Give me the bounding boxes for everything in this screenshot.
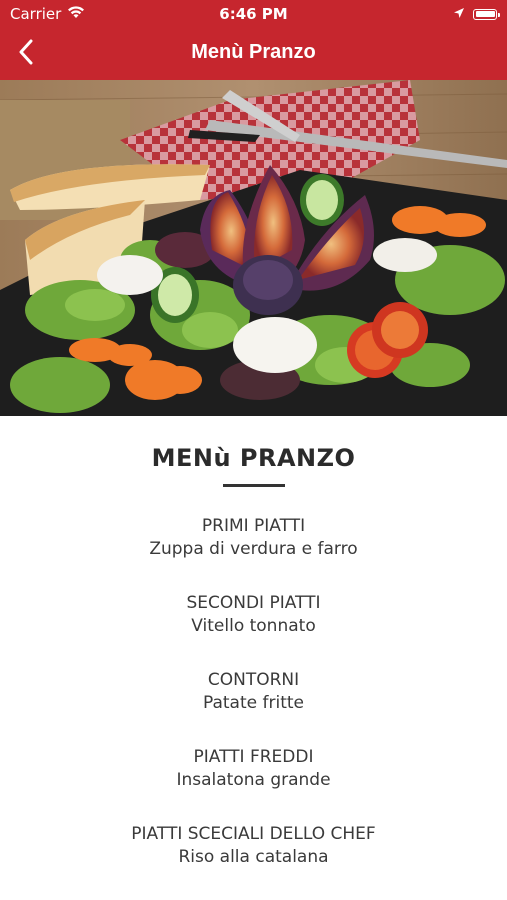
section-dish: Zuppa di verdura e farro (149, 539, 358, 559)
section-category: PIATTI FREDDI (193, 747, 314, 767)
menu-section: SECONDI PIATTI Vitello tonnato (0, 593, 507, 670)
status-right-group (453, 5, 500, 23)
location-arrow-icon (453, 5, 465, 23)
section-category: SECONDI PIATTI (186, 593, 321, 613)
section-dish: Riso alla catalana (178, 847, 329, 867)
section-category: CONTORNI (207, 670, 300, 690)
section-dish: Vitello tonnato (191, 616, 316, 636)
title-divider (223, 484, 285, 487)
battery-icon (473, 8, 500, 20)
nav-title: Menù Pranzo (191, 41, 316, 63)
navigation-bar: Menù Pranzo (0, 28, 507, 80)
menu-section: PIATTI SCECIALI DELLO CHEF Riso alla cat… (0, 824, 507, 900)
status-time: 6:46 PM (219, 5, 288, 23)
menu-section: PRIMI PIATTI Zuppa di verdura e farro (0, 516, 507, 593)
app-screen: Carrier 6:46 PM Menù Pranzo MENù PRANZO … (0, 0, 507, 900)
menu-section: PIATTI FREDDI Insalatona grande (0, 747, 507, 824)
status-bar: Carrier 6:46 PM (0, 0, 507, 28)
menu-section: CONTORNI Patate fritte (0, 670, 507, 747)
menu-title: MENù PRANZO (151, 444, 356, 472)
section-category: PRIMI PIATTI (201, 516, 306, 536)
menu-content: MENù PRANZO PRIMI PIATTI Zuppa di verdur… (0, 416, 507, 900)
section-category: PIATTI SCECIALI DELLO CHEF (131, 824, 376, 844)
section-dish: Patate fritte (202, 693, 304, 713)
section-dish: Insalatona grande (176, 770, 331, 790)
menu-sections: PRIMI PIATTI Zuppa di verdura e farro SE… (0, 516, 507, 900)
top-bar: Carrier 6:46 PM Menù Pranzo (0, 0, 507, 80)
hero-image (0, 80, 507, 416)
salad-photo-illustration (0, 80, 507, 416)
